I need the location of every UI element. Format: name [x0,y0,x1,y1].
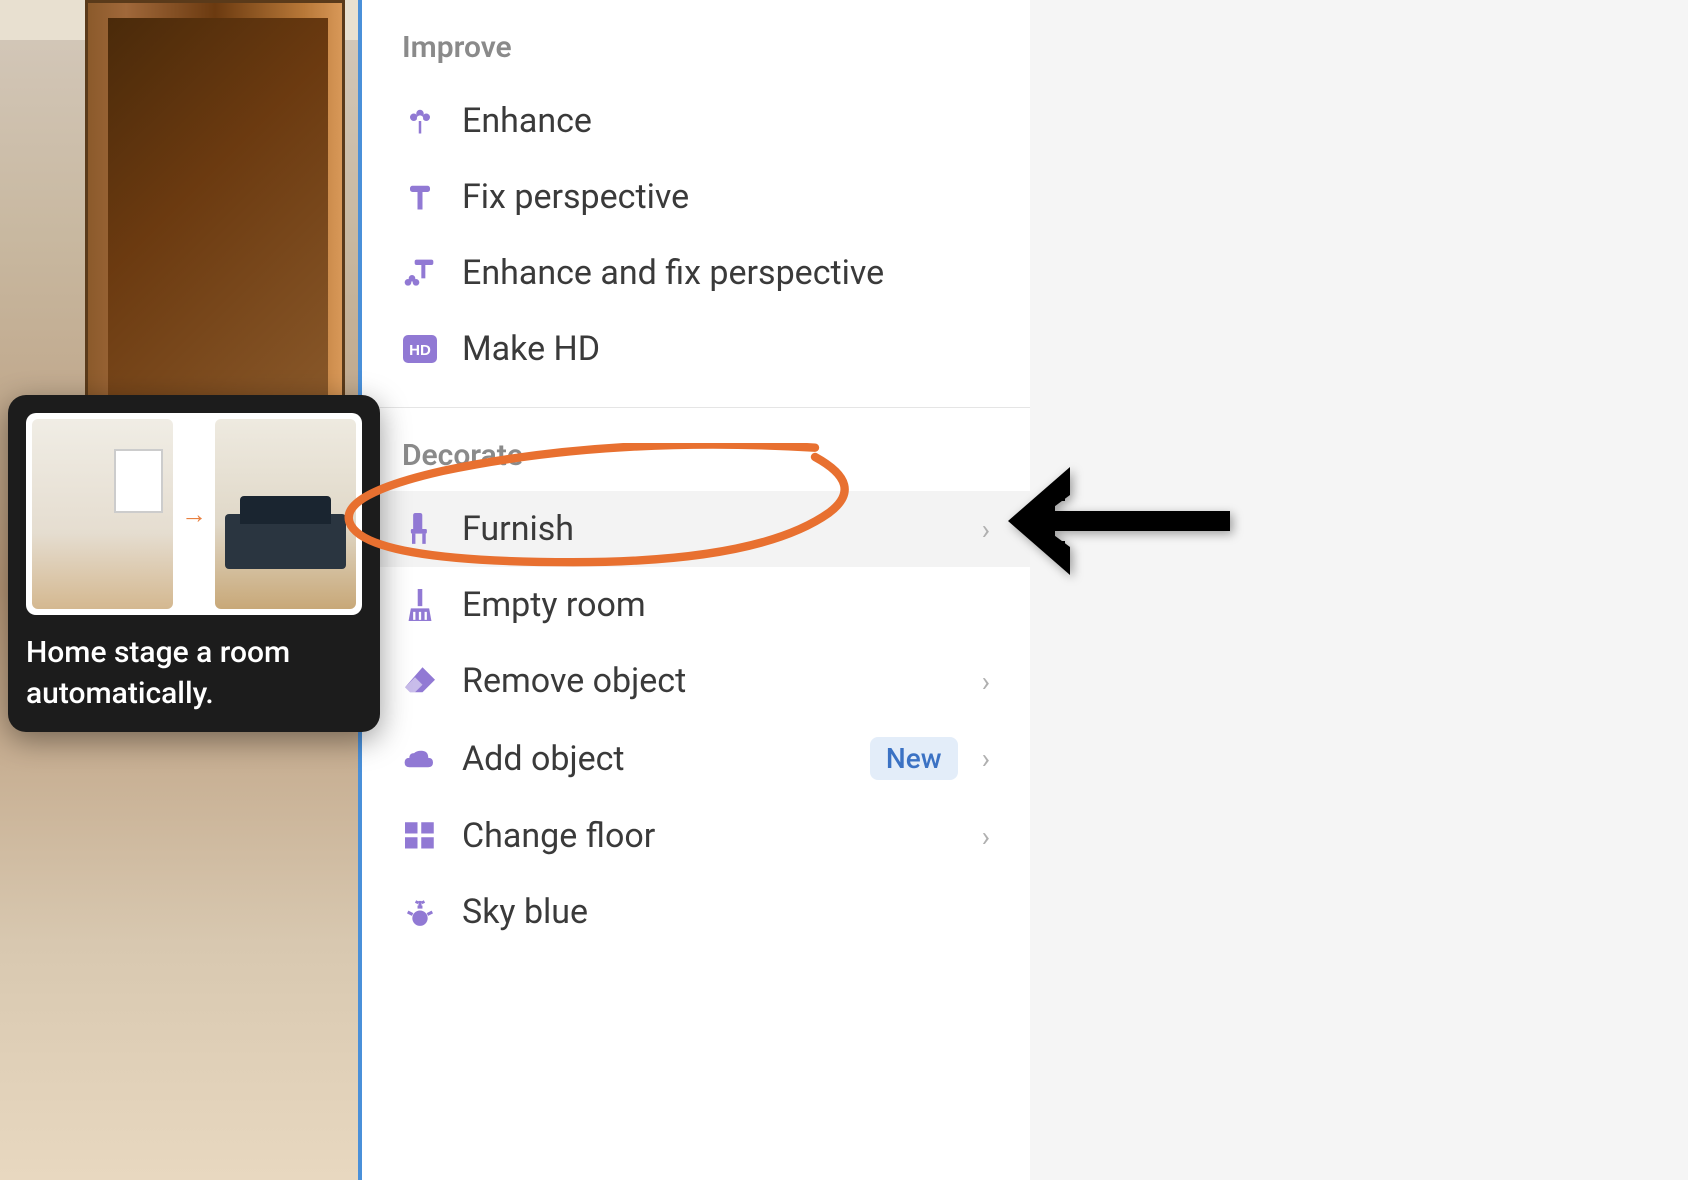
broom-icon [402,587,438,623]
menu-make-hd[interactable]: HD Make HD [362,311,1030,387]
menu-label: Enhance and fix perspective [462,253,990,293]
tools-panel: Improve Enhance Fix perspective Enhance … [362,0,1030,1180]
cloud-icon [402,741,438,777]
eraser-icon [402,663,438,699]
menu-label: Empty room [462,585,990,625]
flower-icon [402,103,438,139]
menu-label: Enhance [462,101,990,141]
menu-label: Furnish [462,509,958,549]
menu-remove-object[interactable]: Remove object › [362,643,1030,719]
tooltip-card: → Home stage a room automatically. [8,395,380,732]
chevron-right-icon: › [982,820,990,853]
enhance-perspective-icon [402,255,438,291]
section-header-decorate: Decorate [362,408,1030,491]
chair-icon [402,511,438,547]
menu-enhance-fix-perspective[interactable]: Enhance and fix perspective [362,235,1030,311]
tooltip-text: Home stage a room automatically. [26,633,362,714]
chevron-right-icon: › [982,665,990,698]
menu-label: Make HD [462,329,990,369]
chevron-right-icon: › [982,742,990,775]
perspective-icon [402,179,438,215]
new-badge: New [870,737,958,780]
menu-empty-room[interactable]: Empty room [362,567,1030,643]
menu-label: Remove object [462,661,958,701]
menu-change-floor[interactable]: Change floor › [362,798,1030,874]
sun-icon [402,894,438,930]
menu-label: Add object [462,739,846,779]
chevron-right-icon: › [982,513,990,546]
after-image [215,419,356,609]
menu-enhance[interactable]: Enhance [362,83,1030,159]
menu-furnish[interactable]: Furnish › [362,491,1030,567]
annotation-arrow [1000,455,1240,585]
menu-add-object[interactable]: Add object New › [362,719,1030,798]
before-after-preview: → [26,413,362,615]
menu-label: Change floor [462,816,958,856]
before-image [32,419,173,609]
menu-label: Fix perspective [462,177,990,217]
menu-sky-blue[interactable]: Sky blue [362,874,1030,950]
floor-icon [402,818,438,854]
arrow-right-icon: → [181,499,207,530]
hd-icon: HD [402,331,438,367]
menu-label: Sky blue [462,892,990,932]
svg-text:HD: HD [409,342,431,359]
section-header-improve: Improve [362,0,1030,83]
menu-fix-perspective[interactable]: Fix perspective [362,159,1030,235]
